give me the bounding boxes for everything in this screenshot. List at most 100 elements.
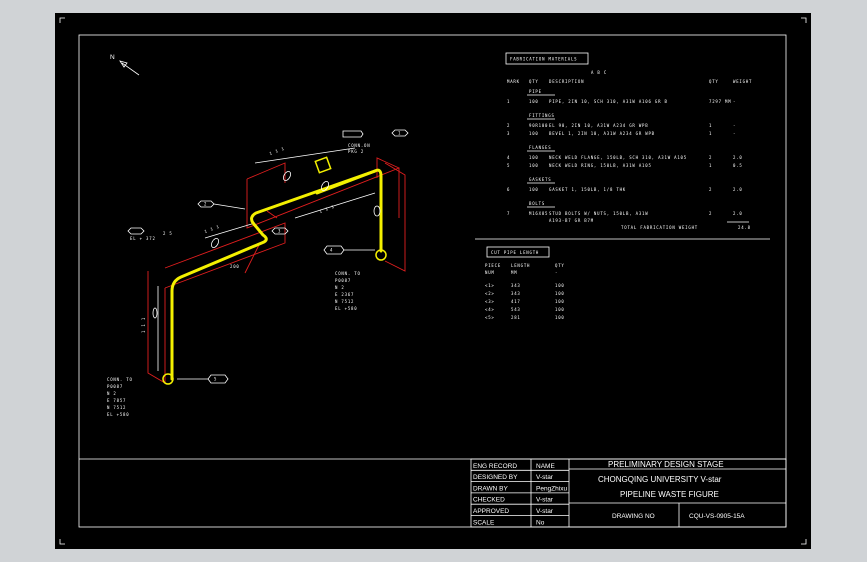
svg-text:5: 5 — [214, 377, 217, 382]
material-row-qty: 100 — [529, 131, 539, 136]
dimension-texts: 1 1 1 1 1 1 1 1 1 1 1 1 200 2 5 — [141, 146, 335, 333]
node-tag-4: 4 — [323, 245, 375, 255]
material-row-qty: 100 — [529, 163, 539, 168]
title-block: ENG RECORD NAME DESIGNED BY V-star DRAWN BY P… — [470, 458, 787, 528]
material-row-desc: NECK WELD RING, 150LB, A31W A105 — [549, 163, 652, 168]
material-row-qty2: 7297 MM — [709, 99, 731, 104]
svg-text:3: 3 — [278, 229, 281, 234]
svg-text:2: 2 — [204, 202, 207, 207]
material-row-qty2: 1 — [709, 131, 712, 136]
material-group-name: FITTINGS — [529, 113, 555, 118]
material-row-qty2: 2 — [709, 187, 712, 192]
title-block-value: V-star — [536, 508, 554, 515]
design-stage: PRELIMINARY DESIGN STAGE — [608, 460, 724, 469]
cut-pipe-header: QTY — [555, 263, 565, 268]
cut-pipe-header-unit: - — [555, 270, 558, 275]
total-weight-value: 24.8 — [738, 225, 751, 230]
material-row-desc: A193-B7 GR B7M — [549, 218, 594, 223]
title-block-label: CHECKED — [473, 497, 505, 504]
material-row-desc: PIPE, 2IN 10, SCH 310, A31W A106 GR B — [549, 99, 668, 104]
drawing-no-label: DRAWING NO — [612, 513, 655, 520]
material-row-mark: 1 — [507, 99, 510, 104]
material-rows: PIPE 1 100 PIPE, 2IN 10, SCH 310, A31W A106… — [507, 89, 743, 223]
cut-pipe-cell: 100 — [555, 307, 565, 312]
material-row-mark: 4 — [507, 155, 510, 160]
svg-text:1: 1 — [398, 131, 401, 136]
title-block-label: DESIGNED BY — [473, 474, 518, 481]
material-row-qty2: 1 — [709, 123, 712, 128]
cut-pipe-cell: <3> — [485, 299, 495, 304]
svg-text:4: 4 — [330, 248, 333, 253]
drawing-no: CQU-VS-0905-15A — [689, 513, 745, 520]
material-row-weight: 0.5 — [733, 163, 743, 168]
north-label: N — [110, 54, 115, 61]
material-row-qty: M16X85 — [529, 211, 548, 216]
figure-title: PIPELINE WASTE FIGURE — [620, 490, 719, 499]
title-block-label: ENG RECORD — [473, 463, 517, 470]
university-name: CHONGQING UNIVERSITY V-star — [598, 475, 722, 484]
material-group-name: BOLTS — [529, 201, 545, 206]
cut-pipe-cell: 100 — [555, 315, 565, 320]
cut-pipe-cell: 100 — [555, 299, 565, 304]
material-row-mark: 2 — [507, 123, 510, 128]
material-row-qty2: 1 — [709, 163, 712, 168]
total-weight-label: TOTAL FABRICATION WEIGHT — [621, 225, 698, 230]
cut-pipe-cell: 417 — [511, 299, 521, 304]
svg-text:2 5: 2 5 — [163, 231, 173, 236]
cut-pipe-header: PIECE — [485, 263, 501, 268]
material-row-desc: GASKET 1, 150LB, 1/8 THK — [549, 187, 626, 192]
cut-pipe-headers: PIECE NUM LENGTH MM QTY - — [485, 263, 565, 275]
material-row-qty: 100 — [529, 155, 539, 160]
material-row-qty: 100 — [529, 99, 539, 104]
el-tag-left: EL + 372 — [127, 227, 156, 241]
material-col-header: WEIGHT — [733, 79, 752, 84]
title-block-label: DRAWN BY — [473, 485, 508, 492]
node-tag-5: 5 — [177, 374, 229, 384]
svg-text:1 1 1: 1 1 1 — [319, 204, 336, 214]
cut-pipe-cell: 100 — [555, 283, 565, 288]
drawing-border — [78, 34, 787, 528]
title-block-value: NAME — [536, 463, 555, 470]
cut-pipe-cell: 343 — [511, 291, 521, 296]
material-group-name: GASKETS — [529, 177, 551, 182]
svg-text:EL + 372: EL + 372 — [130, 236, 156, 241]
cut-pipe-rows: <1> 343 100 <2> 343 100 <3> 417 100 <4> 543 100 <5> 2… — [485, 283, 565, 320]
cut-pipe-header-unit: MM — [511, 270, 517, 275]
cut-pipe-cell: <5> — [485, 315, 495, 320]
support-planes — [147, 157, 406, 384]
title-block-label: SCALE — [473, 519, 495, 526]
material-row-qty2: 2 — [709, 211, 712, 216]
node-tag-1: 1 — [391, 129, 409, 137]
material-col-header: DESCRIPTION — [549, 79, 584, 84]
material-row-desc: BEVEL 1, 2IN 10, A31W A234 GR WPB — [549, 131, 655, 136]
cut-pipe-title: CUT PIPE LENGTH — [491, 250, 539, 255]
drawing-sheet: N 1 1 1 1 1 1 1 1 1 1 1 1 200 2 5 1 2 3 … — [55, 13, 811, 549]
cut-pipe-cell: <2> — [485, 291, 495, 296]
cut-pipe-cell: 100 — [555, 291, 565, 296]
material-row-weight: 2.0 — [733, 155, 743, 160]
cut-pipe-cell: 343 — [511, 283, 521, 288]
material-row-desc: EL 90, 2IN 10, A31W A234 GR WPB — [549, 123, 648, 128]
material-col-header: QTY — [529, 79, 539, 84]
cut-pipe-cell: <4> — [485, 307, 495, 312]
isometric-drawing: N 1 1 1 1 1 1 1 1 1 1 1 1 200 2 5 1 2 3 … — [59, 17, 807, 545]
title-block-value: PengZhixu — [536, 485, 567, 492]
conn-note-top: CONN.ON PKG 2 — [348, 143, 374, 154]
svg-text:1 1 1: 1 1 1 — [141, 317, 146, 333]
conn-note-right: CONN. TO P0087 N 2 E 2367 N 7512 EL +580 — [335, 271, 364, 311]
material-group-name: FLANGES — [529, 145, 551, 150]
cut-pipe-cell: 543 — [511, 307, 521, 312]
cut-pipe-cell: 281 — [511, 315, 521, 320]
material-row-mark: 6 — [507, 187, 510, 192]
material-row-weight: - — [733, 131, 736, 136]
cut-pipe-header-unit: NUM — [485, 270, 495, 275]
material-sub-header: A B C — [591, 70, 607, 75]
material-row-qty: 100 — [529, 187, 539, 192]
material-row-qty2: 2 — [709, 155, 712, 160]
cut-pipe-cell: <1> — [485, 283, 495, 288]
material-row-desc: STUD BOLTS W/ NUTS, 150LB, A31W — [549, 211, 648, 216]
material-row-weight: 2.0 — [733, 211, 743, 216]
title-block-rows: ENG RECORD NAME DESIGNED BY V-star DRAWN BY P… — [471, 463, 569, 526]
node-tag-3: 3 — [271, 227, 289, 235]
material-group-name: PIPE — [529, 89, 542, 94]
